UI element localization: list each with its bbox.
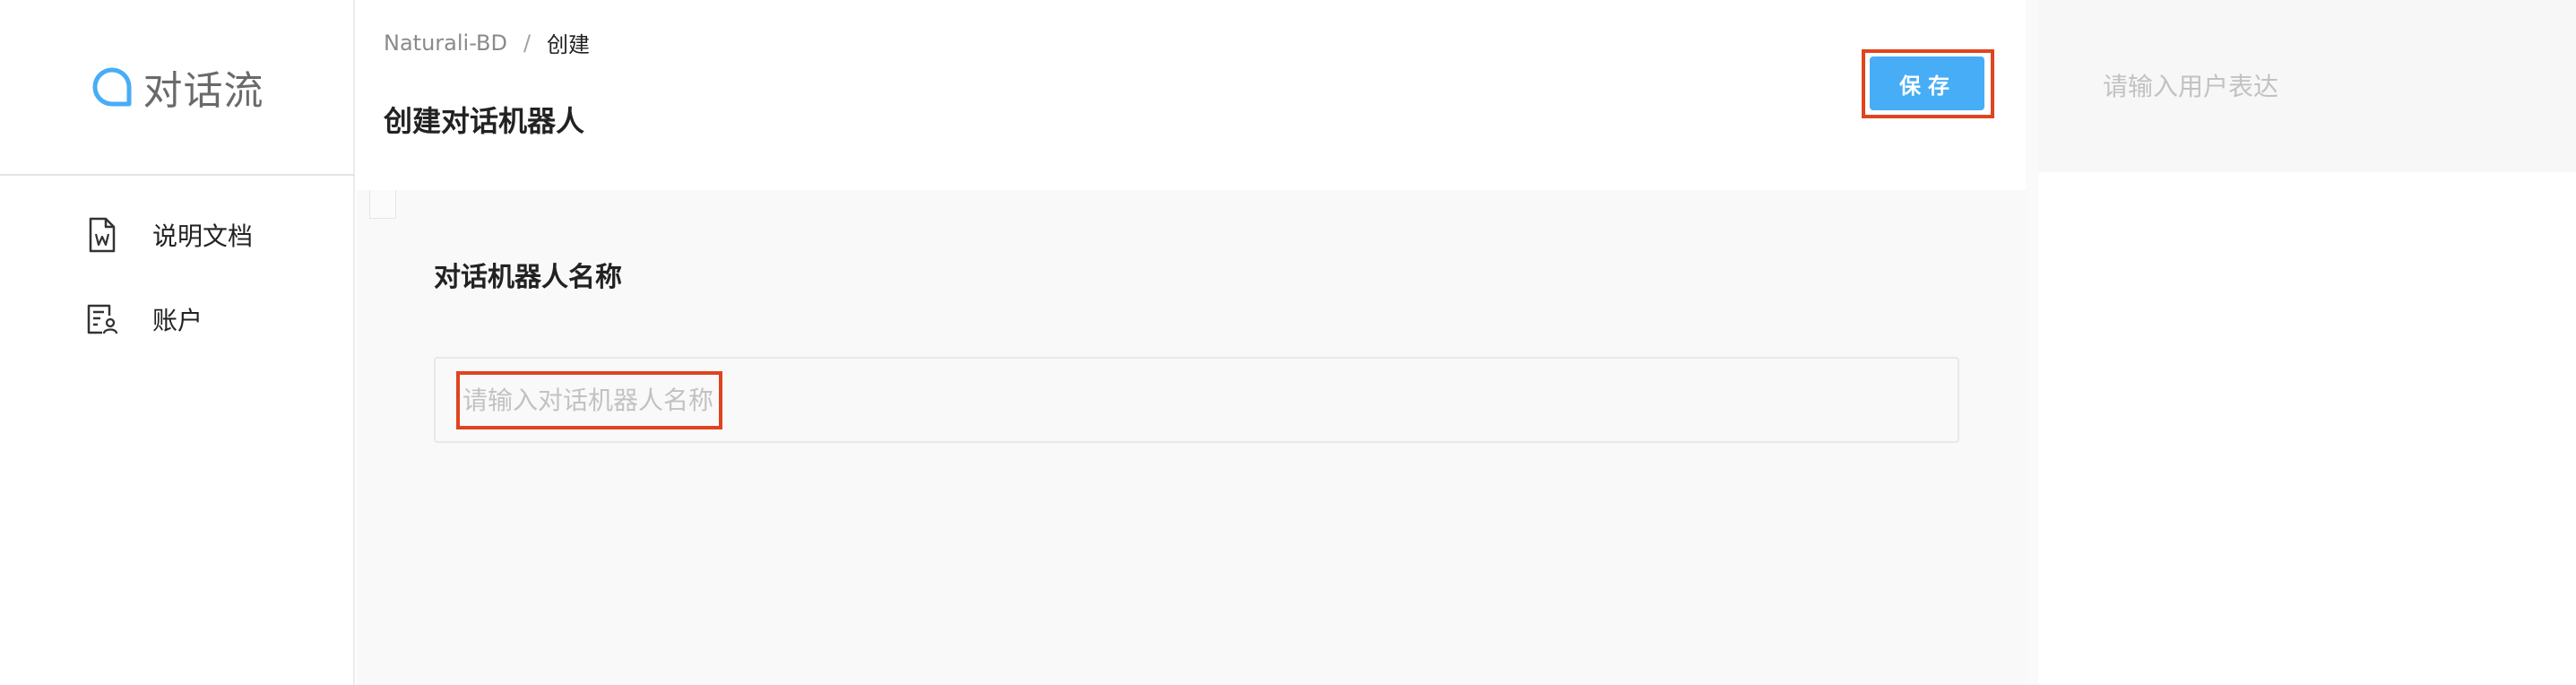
breadcrumb-separator: / (523, 30, 532, 56)
logo[interactable]: 对话流 (0, 0, 355, 176)
chat-bubble-icon (92, 67, 131, 107)
tab-stub (369, 190, 396, 219)
save-button[interactable]: 保存 (1870, 56, 1984, 110)
right-panel (2026, 0, 2576, 685)
sidebar-item-account[interactable]: 账户 (86, 298, 203, 341)
main-content: 对话机器人名称 (357, 190, 2026, 685)
document-word-icon (86, 216, 118, 254)
utterance-bar (2026, 0, 2576, 172)
sidebar: 对话流 说明文档 账户 (0, 0, 355, 685)
logo-text: 对话流 (143, 68, 264, 114)
breadcrumb-root[interactable]: Naturali-BD (384, 30, 507, 56)
sidebar-item-label: 账户 (152, 306, 203, 335)
sidebar-item-label: 说明文档 (152, 221, 254, 251)
page-header: Naturali-BD / 创建 创建对话机器人 保存 (357, 0, 2026, 176)
bot-name-input[interactable] (434, 357, 1959, 443)
panel-divider (2026, 0, 2038, 685)
breadcrumb: Naturali-BD / 创建 (384, 27, 590, 58)
breadcrumb-current: 创建 (547, 32, 591, 57)
bot-name-label: 对话机器人名称 (434, 262, 622, 293)
page-title: 创建对话机器人 (384, 104, 585, 138)
account-card-icon (86, 300, 118, 338)
sidebar-item-docs[interactable]: 说明文档 (86, 213, 253, 256)
utterance-input[interactable] (2103, 61, 2533, 111)
